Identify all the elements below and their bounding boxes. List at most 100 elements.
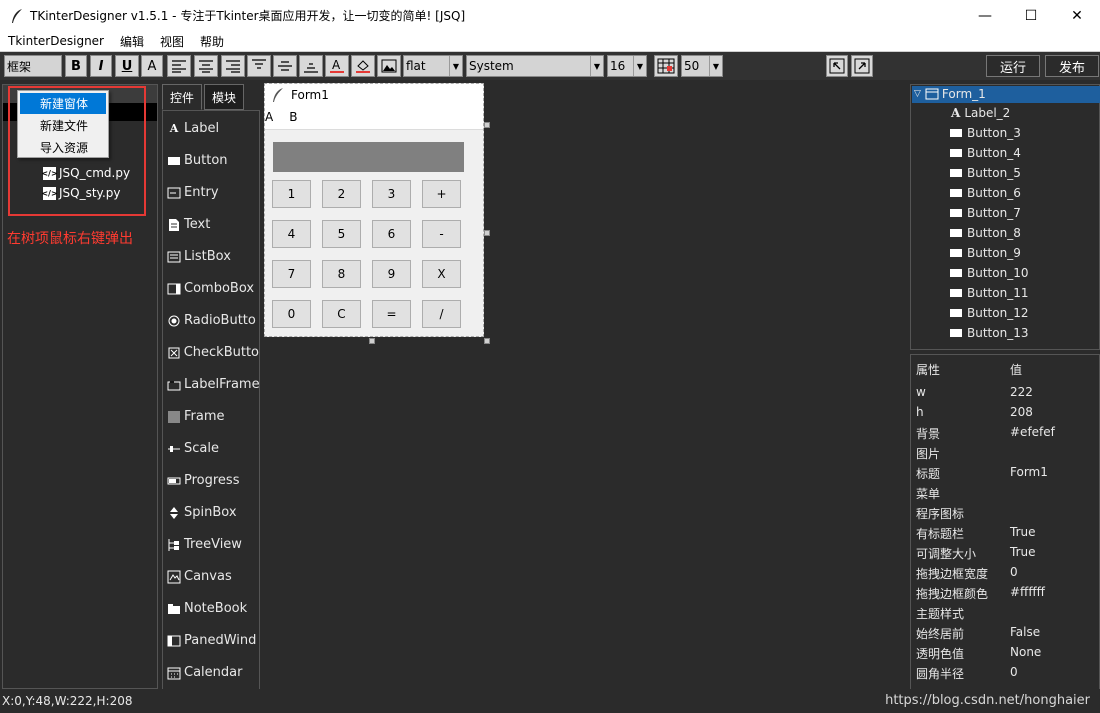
control-label[interactable]: A Label <box>167 121 259 136</box>
calc-button-3[interactable]: 3 <box>372 180 411 208</box>
tree-item-button[interactable]: Button_11 <box>949 286 1028 300</box>
control-combobox[interactable]: ComboBox <box>167 281 259 296</box>
font-button[interactable]: A <box>141 55 163 77</box>
redo-icon[interactable] <box>851 55 873 77</box>
tree-item-button[interactable]: Button_5 <box>949 166 1021 180</box>
control-treeview[interactable]: TreeView <box>167 537 259 552</box>
resize-handle[interactable] <box>484 122 490 128</box>
tree-item-button[interactable]: Button_10 <box>949 266 1028 280</box>
align-right-icon[interactable] <box>221 55 245 77</box>
grid-size-combo[interactable]: 50 ▼ <box>681 55 723 77</box>
control-labelframe[interactable]: LabelFrame <box>167 377 259 392</box>
maximize-button[interactable]: ☐ <box>1008 0 1054 31</box>
tab-controls[interactable]: 控件 <box>162 84 202 110</box>
tab-modules[interactable]: 模块 <box>204 84 244 110</box>
relief-combo[interactable]: flat ▼ <box>403 55 463 77</box>
property-value[interactable]: 222 <box>1010 385 1033 399</box>
control-scale[interactable]: Scale <box>167 441 259 456</box>
resize-handle[interactable] <box>484 230 490 236</box>
close-button[interactable]: ✕ <box>1054 0 1100 31</box>
calc-button-equals[interactable]: = <box>372 300 411 328</box>
calc-button-divide[interactable]: / <box>422 300 461 328</box>
property-value[interactable]: #ffffff <box>1010 585 1045 599</box>
tree-item-button[interactable]: Button_13 <box>949 326 1028 340</box>
italic-button[interactable]: I <box>90 55 112 77</box>
fill-color-icon[interactable] <box>351 55 375 77</box>
menu-help[interactable]: 帮助 <box>192 33 232 50</box>
control-text[interactable]: Text <box>167 217 259 232</box>
calc-button-2[interactable]: 2 <box>322 180 361 208</box>
property-value[interactable]: None <box>1010 645 1041 659</box>
property-value[interactable]: True <box>1010 545 1036 559</box>
chevron-down-icon[interactable]: ▽ <box>914 89 921 99</box>
calc-button-5[interactable]: 5 <box>322 220 361 248</box>
publish-button[interactable]: 发布 <box>1045 55 1099 77</box>
control-panedwindow[interactable]: PanedWind <box>167 633 259 648</box>
calc-button-minus[interactable]: - <box>422 220 461 248</box>
image-icon[interactable] <box>377 55 401 77</box>
calc-button-1[interactable]: 1 <box>272 180 311 208</box>
align-top-icon[interactable] <box>247 55 271 77</box>
calc-button-6[interactable]: 6 <box>372 220 411 248</box>
context-new-file[interactable]: 新建文件 <box>18 115 108 136</box>
calc-button-8[interactable]: 8 <box>322 260 361 288</box>
align-middle-icon[interactable] <box>273 55 297 77</box>
property-value[interactable]: Form1 <box>1010 465 1048 479</box>
tree-item-button[interactable]: Button_7 <box>949 206 1021 220</box>
align-bottom-icon[interactable] <box>299 55 323 77</box>
context-new-form[interactable]: 新建窗体 <box>20 93 106 114</box>
underline-button[interactable]: U <box>115 55 139 77</box>
control-radiobutton[interactable]: RadioButto <box>167 313 259 328</box>
bold-button[interactable]: B <box>65 55 87 77</box>
form-menu-a[interactable]: A <box>265 110 273 124</box>
run-button[interactable]: 运行 <box>986 55 1040 77</box>
menu-view[interactable]: 视图 <box>152 33 192 50</box>
property-value[interactable]: 0 <box>1010 665 1018 679</box>
undo-icon[interactable] <box>826 55 848 77</box>
property-value[interactable]: True <box>1010 525 1036 539</box>
tree-item-label[interactable]: A Label_2 <box>951 106 1010 120</box>
tree-item-button[interactable]: Button_9 <box>949 246 1021 260</box>
control-progress[interactable]: Progress <box>167 473 259 488</box>
control-spinbox[interactable]: SpinBox <box>167 505 259 520</box>
calc-button-9[interactable]: 9 <box>372 260 411 288</box>
calc-button-4[interactable]: 4 <box>272 220 311 248</box>
form-preview[interactable]: Form1 A B 1 2 3 + 4 5 6 - 7 8 9 X 0 C = … <box>264 83 484 337</box>
property-value[interactable]: #efefef <box>1010 425 1055 439</box>
control-listbox[interactable]: ListBox <box>167 249 259 264</box>
property-value[interactable]: 0 <box>1010 565 1018 579</box>
font-size-combo[interactable]: 16 ▼ <box>607 55 647 77</box>
minimize-button[interactable]: — <box>962 0 1008 31</box>
context-import-resource[interactable]: 导入资源 <box>18 137 108 158</box>
font-family-combo[interactable]: System ▼ <box>466 55 604 77</box>
control-checkbutton[interactable]: CheckButto <box>167 345 259 360</box>
property-value[interactable]: False <box>1010 625 1040 639</box>
tree-item-button[interactable]: Button_3 <box>949 126 1021 140</box>
menu-tkinterdesigner[interactable]: TkinterDesigner <box>0 34 112 48</box>
control-notebook[interactable]: NoteBook <box>167 601 259 616</box>
calc-button-7[interactable]: 7 <box>272 260 311 288</box>
frame-combo[interactable]: 框架 <box>4 55 62 77</box>
grid-icon[interactable] <box>654 55 678 77</box>
tree-item-button[interactable]: Button_12 <box>949 306 1028 320</box>
tree-root-form[interactable]: ▽ Form_1 <box>914 87 986 101</box>
align-center-icon[interactable] <box>194 55 218 77</box>
calc-button-0[interactable]: 0 <box>272 300 311 328</box>
control-frame[interactable]: Frame <box>167 409 259 424</box>
resize-handle[interactable] <box>484 338 490 344</box>
control-entry[interactable]: Entry <box>167 185 259 200</box>
tree-item-button[interactable]: Button_4 <box>949 146 1021 160</box>
form-menu-b[interactable]: B <box>289 110 297 124</box>
calc-button-multiply[interactable]: X <box>422 260 461 288</box>
calc-button-clear[interactable]: C <box>322 300 361 328</box>
font-color-icon[interactable]: A <box>325 55 349 77</box>
control-canvas[interactable]: Canvas <box>167 569 259 584</box>
control-calendar[interactable]: Calendar <box>167 665 259 680</box>
tree-item-button[interactable]: Button_6 <box>949 186 1021 200</box>
align-left-icon[interactable] <box>167 55 191 77</box>
menu-edit[interactable]: 编辑 <box>112 33 152 50</box>
control-button[interactable]: Button <box>167 153 259 168</box>
property-value[interactable]: 208 <box>1010 405 1033 419</box>
resize-handle[interactable] <box>369 338 375 344</box>
tree-item-button[interactable]: Button_8 <box>949 226 1021 240</box>
